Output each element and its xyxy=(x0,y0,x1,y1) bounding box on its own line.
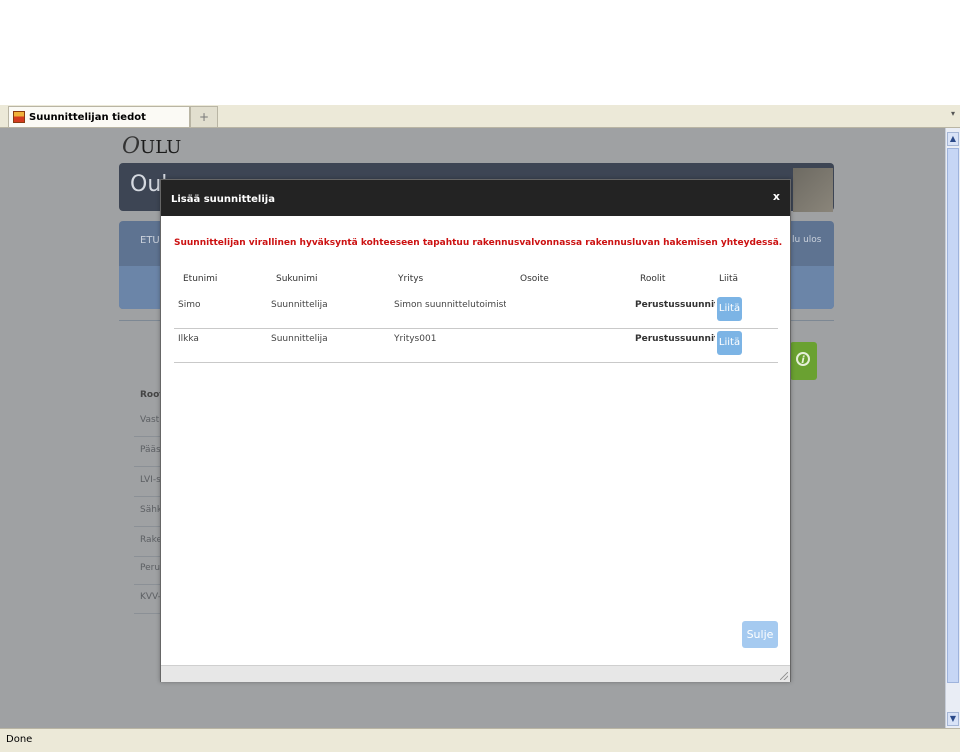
scroll-up-arrow-icon[interactable]: ▲ xyxy=(947,132,959,146)
cell-roolit: Perustussuunnitt xyxy=(635,300,715,310)
table-row: Ilkka Suunnittelija Yritys001 Perustussu… xyxy=(174,328,778,363)
add-designer-dialog: Lisää suunnittelija x Suunnittelijan vir… xyxy=(160,179,791,682)
tab-list-button[interactable]: ▾ xyxy=(948,109,958,123)
cell-roolit: Perustussuunnitt xyxy=(635,334,715,344)
table-row: Simo Suunnittelija Simon suunnittelutoim… xyxy=(174,294,778,329)
liita-button[interactable]: Liitä xyxy=(717,297,742,321)
scroll-down-arrow-icon[interactable]: ▼ xyxy=(947,712,959,726)
status-text: Done xyxy=(6,734,33,745)
oulu-logo: OULU xyxy=(122,134,182,159)
banner-image xyxy=(793,168,833,212)
column-header-sukunimi: Sukunimi xyxy=(276,274,318,284)
site-favicon-icon xyxy=(13,111,25,123)
cell-yritys: Yritys001 xyxy=(394,334,437,344)
dialog-title: Lisää suunnittelija xyxy=(171,194,275,205)
dialog-header: Lisää suunnittelija x xyxy=(161,180,790,216)
column-header-osoite: Osoite xyxy=(520,274,549,284)
approval-warning: Suunnittelijan virallinen hyväksyntä koh… xyxy=(174,238,783,248)
info-icon[interactable] xyxy=(790,342,817,380)
cell-sukunimi: Suunnittelija xyxy=(271,334,328,344)
browser-status-bar: Done xyxy=(0,728,960,752)
nav-item-etusivu[interactable]: ETU xyxy=(140,235,160,246)
column-header-etunimi: Etunimi xyxy=(183,274,218,284)
new-tab-button[interactable]: + xyxy=(190,106,218,127)
close-icon[interactable]: x xyxy=(773,190,780,203)
browser-tab[interactable]: Suunnittelijan tiedot xyxy=(8,106,190,127)
cell-etunimi: Ilkka xyxy=(178,334,199,344)
cell-sukunimi: Suunnittelija xyxy=(271,300,328,310)
sulje-button[interactable]: Sulje xyxy=(742,621,778,648)
resize-grip-icon[interactable] xyxy=(780,672,788,680)
column-header-yritys: Yritys xyxy=(398,274,424,284)
vertical-scrollbar[interactable]: ▲ ▼ xyxy=(945,128,960,728)
column-header-liita: Liitä xyxy=(719,274,739,284)
cell-yritys: Simon suunnittelutoimisto ( xyxy=(394,300,506,310)
nav-item-logout[interactable]: lu ulos xyxy=(792,235,821,245)
dialog-footer xyxy=(161,665,790,682)
browser-tab-strip: Suunnittelijan tiedot + ▾ xyxy=(0,105,960,128)
column-header-roolit: Roolit xyxy=(640,274,666,284)
scroll-thumb[interactable] xyxy=(947,148,959,683)
browser-tab-title: Suunnittelijan tiedot xyxy=(29,111,146,123)
cell-etunimi: Simo xyxy=(178,300,201,310)
liita-button[interactable]: Liitä xyxy=(717,331,742,355)
